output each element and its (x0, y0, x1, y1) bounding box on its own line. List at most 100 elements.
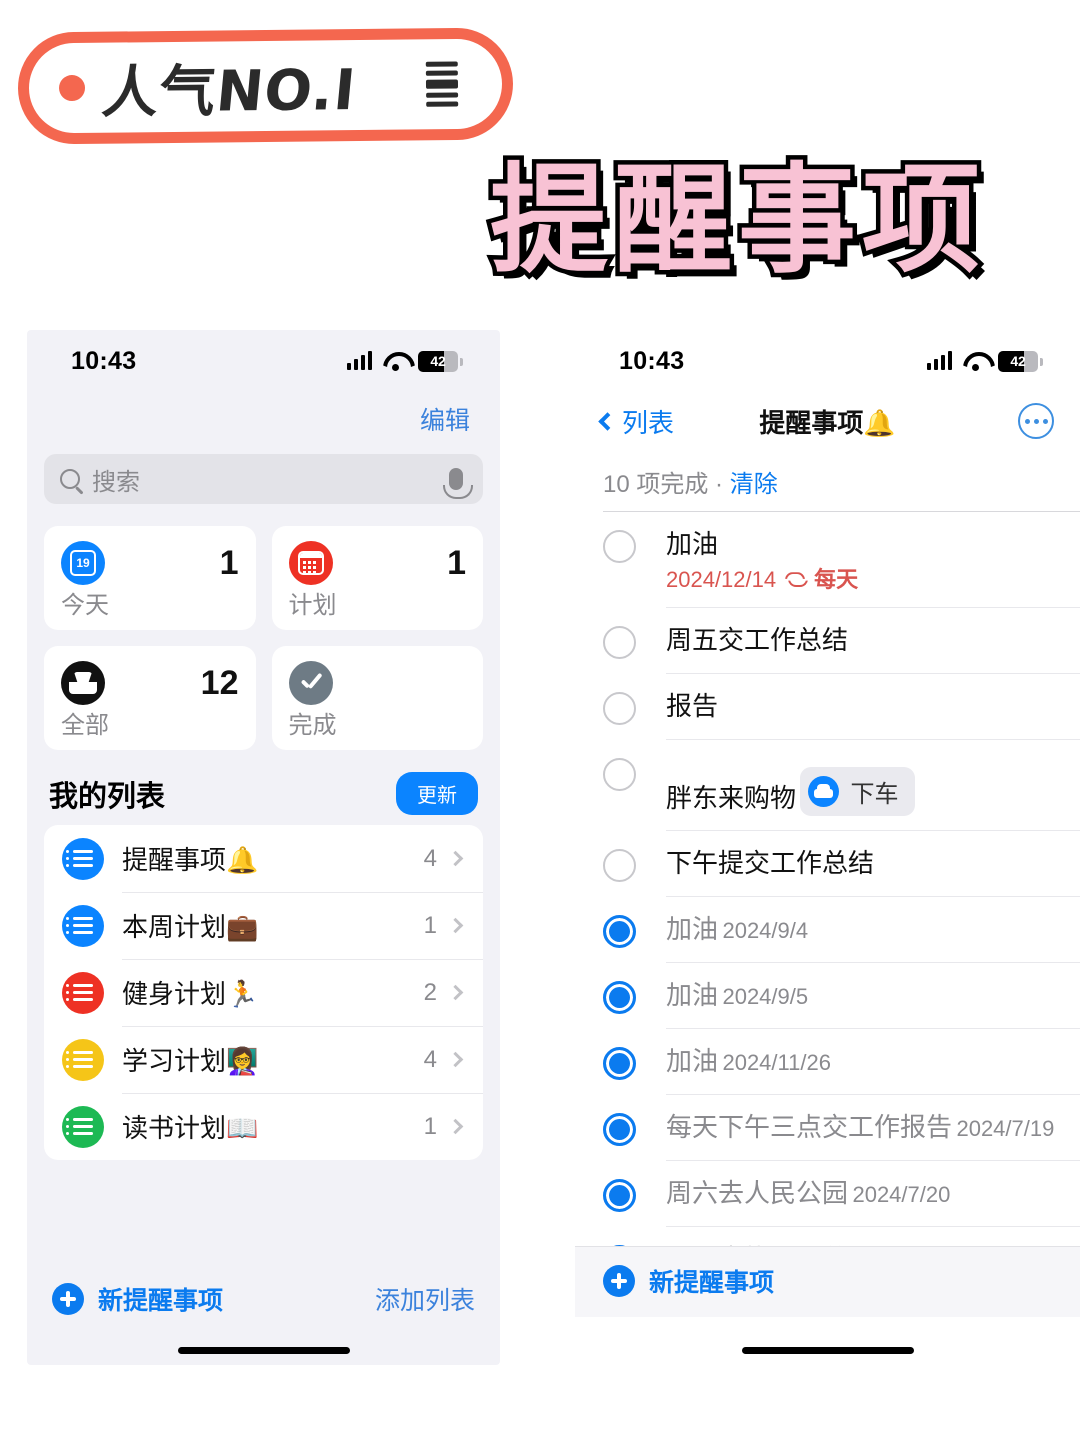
reminder-date: 2024/7/20 (852, 1182, 951, 1207)
reminder-row[interactable]: 周五交工作总结 (603, 607, 1080, 673)
reminder-row[interactable]: 胖东来购物 下车 (603, 739, 1080, 830)
reminder-repeat: 每天 (814, 566, 859, 592)
reminder-row[interactable]: 下午提交工作总结 (603, 830, 1080, 896)
inbox-tray-icon (61, 661, 105, 705)
plus-circle-icon (52, 1283, 84, 1315)
smart-list-scheduled[interactable]: 1 计划 (271, 526, 483, 630)
new-reminder-label[interactable]: 新提醒事项 (649, 1263, 774, 1299)
list-item[interactable]: 健身计划🏃 2 (44, 959, 483, 1026)
list-bullets-icon (62, 1038, 104, 1081)
list-item-count: 4 (423, 844, 437, 872)
list-item[interactable]: 提醒事项🔔 4 (44, 825, 483, 892)
reminder-row[interactable]: 加油 2024/11/26 (603, 1028, 1080, 1094)
reminder-checkbox[interactable] (603, 758, 636, 791)
reminder-checkbox[interactable] (603, 849, 636, 882)
smart-list-today[interactable]: 19 1 今天 (44, 526, 256, 630)
reminder-title: 周六去人民公园 (666, 1178, 849, 1208)
reminder-row[interactable]: 周六去人民公园 2024/7/20 (603, 1160, 1080, 1226)
microphone-icon[interactable] (443, 468, 473, 499)
smart-lists-grid: 19 1 今天 1 计划 12 全部 完成 (27, 504, 500, 750)
list-item[interactable]: 本周计划💼 1 (44, 892, 483, 959)
edit-button[interactable]: 编辑 (420, 401, 470, 437)
reminder-checkbox[interactable] (603, 915, 636, 948)
wifi-icon (963, 352, 987, 371)
reminder-date: 2024/9/5 (722, 984, 809, 1009)
reminder-row[interactable]: 加油 2024/9/4 (603, 896, 1080, 962)
smart-list-all[interactable]: 12 全部 (44, 646, 256, 750)
reminder-tag[interactable]: 下车 (800, 767, 916, 816)
reminder-checkbox[interactable] (603, 530, 636, 563)
home-indicator (177, 1347, 350, 1354)
reminder-title: 胖东来购物 (666, 783, 797, 813)
back-button[interactable]: 列表 (598, 403, 675, 440)
smart-list-label: 计划 (288, 592, 337, 619)
list-bullets-icon (62, 904, 104, 947)
checkmark-icon (288, 661, 333, 705)
completed-summary: 10 项完成 · 清除 (575, 450, 1080, 511)
list-bullets-icon (62, 837, 104, 880)
list-item-label: 本周计划💼 (122, 912, 259, 942)
left-phone-screen: 10:43 42 编辑 搜索 19 1 今天 1 计划 12 全部 完成 我的列… (27, 330, 500, 1365)
smart-list-completed[interactable]: 完成 (271, 646, 483, 750)
list-bullets-icon (62, 1105, 104, 1148)
reminder-checkbox[interactable] (603, 1113, 636, 1146)
update-button[interactable]: 更新 (396, 772, 478, 815)
reminder-row[interactable]: 每天下午三点交工作报告 2024/7/19 (603, 1094, 1080, 1160)
new-reminder-button[interactable]: 新提醒事项 (52, 1281, 223, 1317)
list-item-label: 提醒事项🔔 (122, 845, 259, 875)
list-item-count: 1 (423, 1112, 437, 1140)
clear-button[interactable]: 清除 (730, 471, 778, 498)
smart-list-count: 1 (447, 543, 466, 582)
ellipsis-circle-icon[interactable] (1018, 403, 1054, 439)
reminder-checkbox[interactable] (603, 626, 636, 659)
reminder-row[interactable]: 加油 2024/12/14 每天 (603, 511, 1080, 607)
battery-icon: 42 (998, 350, 1043, 372)
chevron-left-icon (598, 411, 617, 431)
status-time: 10:43 (71, 346, 137, 375)
car-icon (808, 776, 840, 807)
add-list-button[interactable]: 添加列表 (375, 1281, 475, 1317)
reminder-checkbox[interactable] (603, 1179, 636, 1212)
list-item[interactable]: 读书计划📖 1 (44, 1093, 483, 1160)
battery-icon: 42 (418, 350, 463, 372)
reminder-title: 加油 (666, 1046, 719, 1076)
smart-list-label: 完成 (288, 712, 337, 739)
reminder-row[interactable]: 加油 2024/9/5 (603, 962, 1080, 1028)
list-item[interactable]: 学习计划👩‍🏫 4 (44, 1026, 483, 1093)
wifi-icon (383, 352, 407, 371)
my-lists-title: 我的列表 (49, 780, 166, 813)
list-item-count: 1 (423, 911, 437, 939)
back-label: 列表 (622, 407, 675, 438)
search-wrap: 搜索 (27, 446, 500, 504)
hamburger-lines-icon (425, 61, 459, 107)
my-lists-header: 我的列表 更新 (27, 750, 500, 825)
left-toolbar: 新提醒事项 添加列表 (27, 1281, 500, 1317)
reminder-date: 2024/11/26 (722, 1050, 831, 1075)
poster-title: 提醒事项 (486, 147, 987, 294)
badge-label: 人气NO.I (99, 57, 359, 126)
search-input[interactable]: 搜索 (44, 454, 483, 504)
reminder-date: 2024/7/19 (956, 1116, 1055, 1141)
reminder-date: 2024/9/4 (722, 918, 809, 943)
list-item-count: 2 (423, 978, 437, 1006)
search-icon (60, 469, 80, 489)
reminder-checkbox[interactable] (603, 692, 636, 725)
reminder-title: 加油 (666, 529, 719, 559)
list-item-label: 健身计划🏃 (122, 979, 259, 1009)
edit-row: 编辑 (27, 392, 500, 446)
reminder-checkbox[interactable] (603, 1047, 636, 1080)
reminder-title: 报告 (666, 691, 719, 721)
cellular-signal-icon (927, 351, 952, 370)
status-bar-left: 10:43 42 (27, 330, 500, 392)
chevron-right-icon (447, 984, 464, 1001)
reminder-checkbox[interactable] (603, 981, 636, 1014)
cellular-signal-icon (347, 351, 372, 370)
smart-list-label: 今天 (61, 592, 109, 619)
popularity-badge: 人气NO.I (17, 27, 514, 145)
reminder-row[interactable]: 报告 (603, 673, 1080, 739)
reminder-title: 周五交工作总结 (666, 625, 849, 655)
calendar-grid-icon (288, 541, 333, 585)
reminder-tag-label: 下车 (850, 781, 899, 808)
battery-level: 42 (1010, 352, 1026, 369)
repeat-icon (785, 571, 805, 587)
